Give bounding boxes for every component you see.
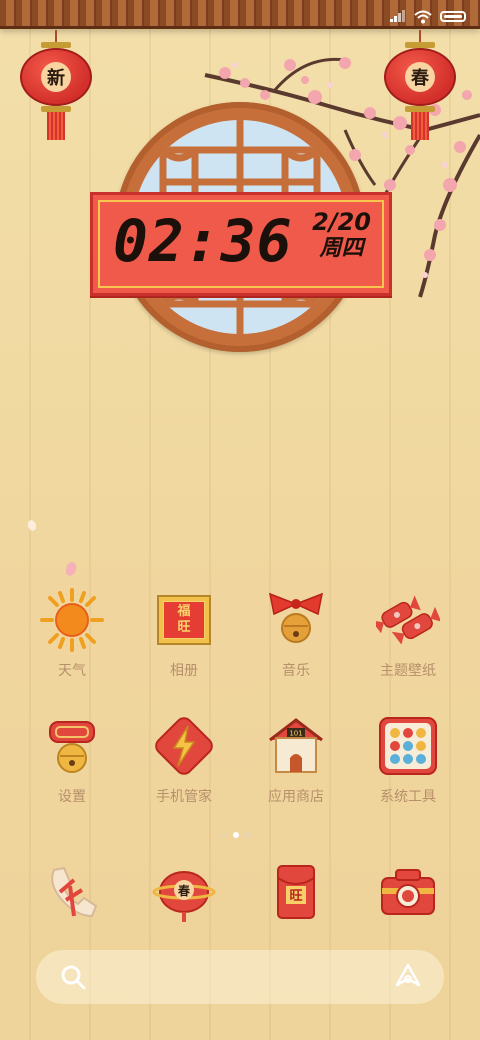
app-weather[interactable]: 天气 (22, 588, 122, 680)
lantern-message-char: 春 (177, 883, 191, 898)
page-dot (245, 832, 251, 838)
page-dot-active (233, 832, 239, 838)
dock-phone[interactable] (22, 860, 122, 924)
search-icon (61, 965, 86, 990)
app-label: 系统工具 (380, 789, 436, 805)
page-indicator[interactable] (219, 832, 251, 838)
app-security[interactable]: 手机管家 (134, 714, 234, 806)
gear-bell-icon (40, 714, 104, 778)
petal-icon (63, 560, 79, 578)
assistant-icon[interactable] (394, 962, 422, 990)
app-label: 设置 (58, 789, 86, 805)
house-icon: 101 (264, 714, 328, 778)
lantern-left-icon: 新 (20, 30, 92, 140)
gallery-char-fu: 福 (177, 604, 191, 619)
gallery-icon: 福 旺 (152, 588, 216, 652)
candy-icon (376, 588, 440, 652)
app-store[interactable]: 101 应用商店 (246, 714, 346, 806)
clock-time: 02:36 (113, 207, 293, 275)
app-label: 相册 (170, 663, 198, 679)
battery-icon (440, 10, 466, 22)
clock-month-day: 2/20 (312, 208, 371, 236)
search-bar[interactable] (36, 950, 444, 1004)
app-label: 应用商店 (268, 789, 324, 805)
envelope-char: 旺 (289, 889, 302, 904)
status-bar (390, 9, 466, 24)
app-music[interactable]: 音乐 (246, 588, 346, 680)
gallery-char-wang: 旺 (177, 620, 191, 635)
lightning-icon (152, 714, 216, 778)
petal-icon (26, 518, 38, 533)
clock-widget[interactable]: 02:36 2/20 周四 (90, 192, 392, 296)
app-label: 音乐 (282, 663, 310, 679)
red-envelope-icon: 旺 (264, 860, 328, 924)
dock-wallet[interactable]: 旺 (246, 860, 346, 924)
lantern-right-char: 春 (405, 62, 435, 92)
app-tools[interactable]: 系统工具 (358, 714, 458, 806)
tools-grid-icon (376, 714, 440, 778)
bell-bow-icon (264, 588, 328, 652)
clock-weekday: 周四 (319, 236, 364, 261)
sun-icon (40, 588, 104, 652)
app-themes[interactable]: 主题壁纸 (358, 588, 458, 680)
dock-camera[interactable] (358, 860, 458, 924)
phone-icon (40, 860, 104, 924)
app-gallery[interactable]: 福 旺 相册 (134, 588, 234, 680)
app-label: 天气 (58, 663, 86, 679)
house-sign: 101 (289, 730, 302, 738)
signal-icon (390, 10, 406, 22)
page-indicator-search (219, 834, 227, 836)
app-label: 手机管家 (156, 789, 212, 805)
dock-messages[interactable]: 春 (134, 860, 234, 924)
app-label: 主题壁纸 (380, 663, 436, 679)
lantern-right-icon: 春 (384, 30, 456, 140)
lantern-left-char: 新 (41, 62, 71, 92)
lantern-message-icon: 春 (152, 860, 216, 924)
camera-icon (376, 860, 440, 924)
wifi-icon (414, 9, 432, 24)
app-settings[interactable]: 设置 (22, 714, 122, 806)
clock-date: 2/20 周四 (312, 209, 371, 263)
